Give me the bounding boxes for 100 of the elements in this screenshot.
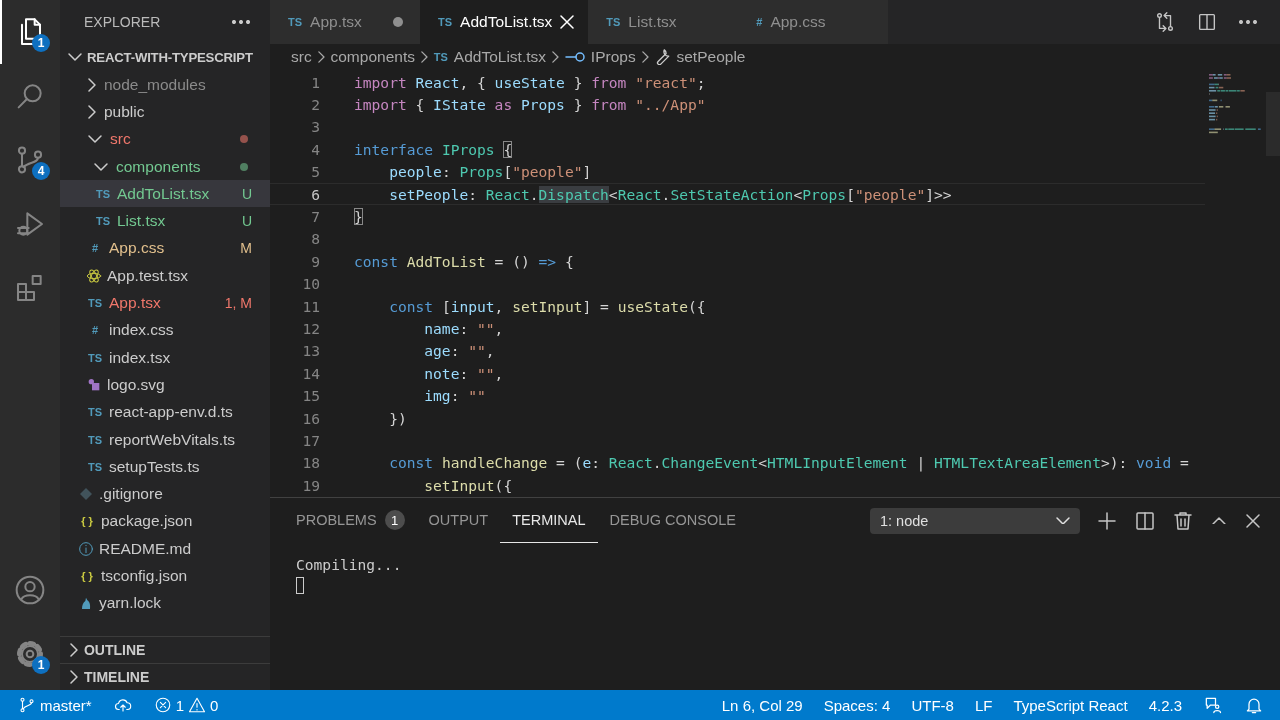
file-item[interactable]: # index.css (60, 316, 270, 344)
section-header[interactable]: OUTLINE (60, 636, 270, 663)
terminal-select[interactable]: 1: node (870, 507, 1080, 534)
line-number: 17 (301, 431, 320, 449)
file-item[interactable]: TS index.tsx (60, 343, 270, 372)
line-number: 12 (301, 320, 320, 337)
wrench-icon (654, 49, 671, 65)
folder-item[interactable]: public (60, 98, 270, 126)
editor-tab[interactable]: TS App.tsx (270, 0, 420, 44)
code-line: setInput({ (423, 476, 513, 494)
file-item[interactable]: TS App.tsx 1, M (60, 289, 270, 317)
count-badge: 1 (32, 34, 50, 52)
editor-tab[interactable]: # App.css (738, 0, 889, 44)
line-number: 16 (301, 409, 320, 427)
line-number: 11 (301, 297, 320, 315)
status-item[interactable]: Ln 6, Col 29 (721, 696, 803, 714)
breadcrumb[interactable]: setPeople (654, 48, 746, 66)
error-icon (153, 696, 172, 714)
status-item[interactable]: TypeScript React (1013, 696, 1128, 714)
git-status: U (241, 213, 252, 230)
git-status: 1, M (224, 295, 252, 311)
editor-tab[interactable]: TS AddToList.tsx (420, 0, 589, 44)
cloud-upload-icon[interactable] (113, 696, 132, 714)
chevron-right-icon[interactable] (420, 51, 428, 63)
file-item[interactable]: { } tsconfig.json (60, 562, 270, 590)
file-item[interactable]: logo.svg (60, 371, 270, 399)
file-item[interactable]: App.test.tsx (60, 262, 270, 290)
chevron-right-icon[interactable] (88, 77, 96, 92)
code-line: note: "", (423, 364, 504, 382)
status-item[interactable]: UTF-8 (911, 696, 954, 714)
panel-tab[interactable]: OUTPUT (416, 498, 501, 543)
breadcrumb[interactable]: TS AddToList.tsx (433, 48, 547, 66)
file-item[interactable]: TS setupTests.ts (60, 453, 270, 481)
compare-icon[interactable] (1154, 11, 1176, 33)
git-status: M (240, 240, 252, 257)
file-type-icon: { } (78, 570, 96, 582)
file-item[interactable]: TS reportWebVitals.ts (60, 425, 270, 454)
file-item[interactable]: TS AddToList.tsx U (60, 180, 270, 208)
folder-item[interactable]: src (60, 125, 270, 153)
split-editor-icon[interactable] (1196, 11, 1218, 33)
chevron-down-icon[interactable] (1056, 516, 1070, 525)
more-icon[interactable] (1238, 20, 1258, 24)
chevron-up-icon[interactable] (1212, 516, 1226, 525)
folder-item[interactable]: node_modules (60, 71, 270, 99)
line-number: 13 (301, 342, 320, 360)
file-type-icon: TS (86, 351, 104, 364)
file-item[interactable]: TS List.tsx U (60, 207, 270, 235)
file-item[interactable]: # App.css M (60, 234, 270, 263)
settings-icon[interactable] (14, 638, 46, 670)
breadcrumb[interactable]: components (330, 48, 415, 66)
folder-item[interactable]: components (60, 152, 270, 181)
line-number: 8 (310, 230, 320, 248)
file-type-icon: # (756, 16, 763, 28)
status-item[interactable]: 4.2.3 (1148, 696, 1182, 714)
editor-tab[interactable]: TS List.tsx (588, 0, 739, 44)
chevron-down-icon[interactable] (68, 53, 82, 61)
breadcrumb[interactable]: IProps (564, 48, 636, 66)
account-icon[interactable] (14, 574, 46, 606)
chevron-right-icon[interactable] (70, 670, 78, 684)
chevron-down-icon[interactable] (88, 135, 102, 144)
code-line: } (354, 208, 363, 226)
count-badge: 1 (32, 656, 50, 674)
close-icon[interactable] (1246, 513, 1260, 528)
code-line: name: "", (423, 320, 504, 337)
code-line: }) (388, 409, 407, 427)
interface-icon (564, 52, 585, 62)
panel-tab[interactable]: DEBUG CONSOLE (597, 498, 749, 543)
add-icon[interactable] (1098, 511, 1116, 530)
feedback-icon[interactable] (1203, 695, 1223, 715)
chevron-right-icon[interactable] (552, 51, 559, 63)
project-header[interactable]: REACT-WITH-TYPESCRIPT (60, 43, 270, 71)
file-item[interactable]: { } package.json (60, 507, 270, 536)
trash-icon[interactable] (1174, 511, 1192, 530)
file-type-icon: # (86, 324, 104, 337)
file-item[interactable]: .gitignore (60, 480, 270, 508)
file-item[interactable]: README.md (60, 535, 270, 563)
file-type-icon: TS (606, 16, 621, 28)
status-item[interactable]: Spaces: 4 (823, 696, 891, 714)
line-number: 5 (310, 163, 320, 181)
panel-tab[interactable]: PROBLEMS 1 (284, 498, 417, 543)
chevron-right-icon[interactable] (70, 643, 78, 657)
line-number: 19 (301, 476, 320, 494)
problems-indicator[interactable]: 1 0 (153, 696, 219, 714)
chevron-right-icon[interactable] (641, 51, 649, 63)
code-line: age: "", (423, 342, 495, 360)
chevron-down-icon[interactable] (94, 162, 108, 171)
more-icon[interactable] (232, 19, 250, 24)
warning-icon (188, 696, 207, 714)
code-line: import { IState as Props } from "../App" (354, 96, 706, 114)
file-item[interactable]: TS react-app-env.d.ts (60, 398, 270, 426)
code-line: import React, { useState } from "react"; (354, 73, 706, 91)
split-terminal-icon[interactable] (1136, 511, 1154, 530)
file-item[interactable]: yarn.lock (60, 589, 270, 617)
chevron-right-icon[interactable] (317, 51, 325, 63)
breadcrumb[interactable]: src (291, 48, 312, 66)
status-item[interactable]: LF (974, 696, 993, 714)
panel-tab[interactable]: TERMINAL (500, 498, 598, 543)
branch-indicator[interactable]: master* (18, 696, 92, 714)
chevron-right-icon[interactable] (88, 104, 96, 119)
code-line: const [input, setInput] = useState({ (388, 297, 706, 315)
